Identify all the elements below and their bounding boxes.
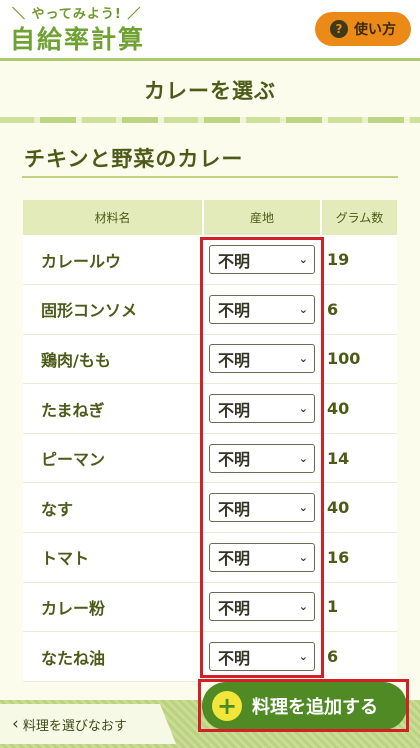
ingredient-grams: 6 [321,284,397,335]
ingredient-grams: 19 [321,235,397,286]
origin-select[interactable]: 不明 ⌄ [209,394,315,424]
table-row: 固形コンソメ 不明 ⌄ 6 [23,284,397,335]
ingredient-name: カレー粉 [23,582,203,633]
origin-select[interactable]: 不明 ⌄ [209,294,315,324]
origin-value: 不明 [218,251,251,271]
table-row: トマト 不明 ⌄ 16 [23,532,397,583]
ingredient-grams: 40 [321,383,397,434]
origin-select[interactable]: 不明 ⌄ [209,344,315,374]
header-ingredient-name: 材料名 [23,200,204,235]
header-grams: グラム数 [321,200,397,235]
ingredient-grams: 100 [321,334,397,385]
plus-icon: + [212,691,242,721]
ingredients-table: 材料名 産地 グラム数 カレールウ 不明 ⌄ 19 固形コンソメ 不明 ⌄ 6 鶏肉… [23,200,397,682]
table-row: なす 不明 ⌄ 40 [23,482,397,534]
app-header: ＼ やってみよう! ／ 自給率計算 ? 使い方 [0,0,420,58]
main-panel: カレーを選ぶ チキンと野菜のカレー 材料名 産地 グラム数 カレールウ 不明 ⌄ … [0,58,420,748]
header-origin: 産地 [203,200,322,235]
ingredient-grams: 40 [321,482,397,534]
origin-select[interactable]: 不明 ⌄ [209,592,315,622]
decorative-stripe [0,117,420,123]
origin-select[interactable]: 不明 ⌄ [209,642,315,672]
dish-title: チキンと野菜のカレー [24,147,244,171]
origin-select[interactable]: 不明 ⌄ [209,542,315,572]
ingredient-name: カレールウ [23,235,203,286]
origin-value: 不明 [218,450,251,470]
chevron-left-icon: ‹ [12,714,19,734]
chevron-down-icon: ⌄ [298,451,308,465]
ingredient-grams: 16 [321,532,397,583]
table-row: カレー粉 不明 ⌄ 1 [23,582,397,633]
ingredient-grams: 14 [321,433,397,484]
chevron-down-icon: ⌄ [298,600,308,614]
help-button-label: 使い方 [354,22,396,38]
chevron-down-icon: ⌄ [298,650,308,664]
table-row: カレールウ 不明 ⌄ 19 [23,235,397,286]
chevron-down-icon: ⌄ [298,501,308,515]
origin-select[interactable]: 不明 ⌄ [209,493,315,523]
chevron-down-icon: ⌄ [298,352,308,366]
origin-select[interactable]: 不明 ⌄ [209,245,315,275]
table-row: なたね油 不明 ⌄ 6 [23,631,397,682]
ingredient-name: なす [23,482,203,534]
app-title: 自給率計算 [10,25,146,54]
chevron-down-icon: ⌄ [298,550,308,564]
origin-value: 不明 [218,301,251,321]
chevron-down-icon: ⌄ [298,402,308,416]
chevron-down-icon: ⌄ [298,253,308,267]
origin-select[interactable]: 不明 ⌄ [209,443,315,473]
add-dish-label: 料理を追加する [252,697,378,718]
page-heading: カレーを選ぶ [144,79,276,103]
table-row: 鶏肉/もも 不明 ⌄ 100 [23,334,397,385]
ingredient-grams: 6 [321,631,397,682]
question-icon: ? [330,20,348,38]
back-to-select-button[interactable]: ‹ 料理を選びなおす [0,704,176,744]
origin-value: 不明 [218,499,251,519]
chevron-down-icon: ⌄ [298,302,308,316]
origin-value: 不明 [218,350,251,370]
origin-value: 不明 [218,648,251,668]
ingredient-name: ピーマン [23,433,203,484]
back-button-label: 料理を選びなおす [22,718,127,734]
ingredient-name: トマト [23,532,203,583]
ingredient-name: たまねぎ [23,383,203,434]
ingredient-grams: 1 [321,582,397,633]
help-button[interactable]: ? 使い方 [315,12,411,46]
add-dish-button[interactable]: + 料理を追加する [202,682,407,730]
table-header-row: 材料名 産地 グラム数 [23,200,397,235]
ingredient-name: なたね油 [23,631,203,682]
origin-value: 不明 [218,598,251,618]
ingredient-name: 固形コンソメ [23,284,203,335]
ingredient-name: 鶏肉/もも [23,334,203,385]
table-row: ピーマン 不明 ⌄ 14 [23,433,397,484]
table-row: たまねぎ 不明 ⌄ 40 [23,383,397,434]
origin-value: 不明 [218,549,251,569]
origin-value: 不明 [218,400,251,420]
divider [22,176,398,178]
